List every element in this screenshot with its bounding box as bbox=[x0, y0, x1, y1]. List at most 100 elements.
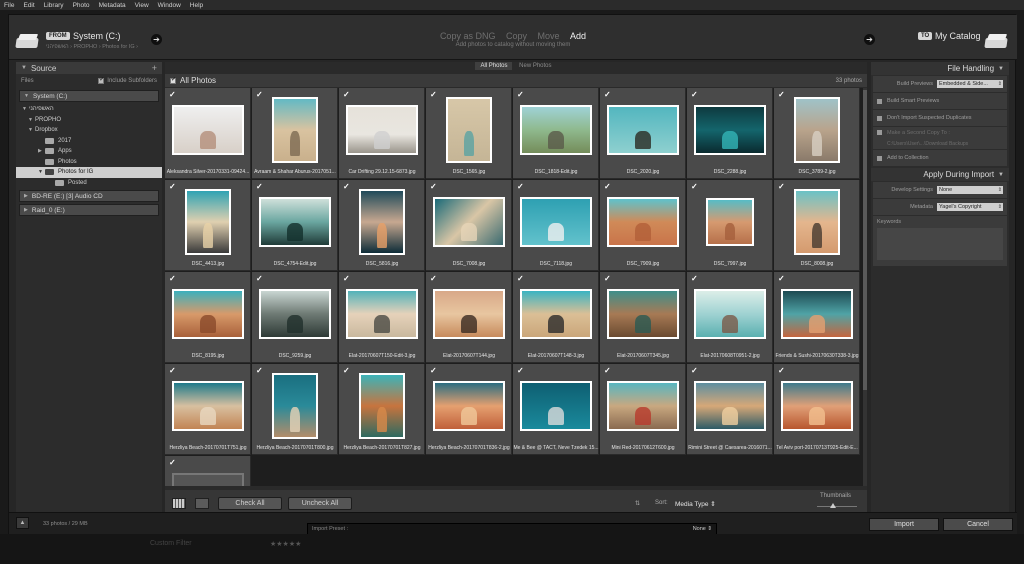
photo-cell[interactable]: ✓ Car Drifting 29.12.15-6873.jpg bbox=[339, 88, 425, 179]
expand-triangle-icon[interactable]: ▼ bbox=[24, 93, 29, 99]
import-button[interactable]: Import bbox=[869, 518, 939, 531]
photo-thumbnail[interactable] bbox=[694, 381, 766, 431]
photo-thumbnail[interactable] bbox=[172, 289, 244, 339]
expand-triangle-icon[interactable]: ▶ bbox=[24, 193, 28, 199]
menu-item[interactable]: Window bbox=[158, 2, 181, 9]
photo-checkbox[interactable]: ✓ bbox=[691, 366, 698, 375]
photo-checkbox[interactable]: ✓ bbox=[430, 90, 437, 99]
add-source-icon[interactable]: + bbox=[152, 63, 157, 73]
mode-copy[interactable]: Copy bbox=[506, 31, 527, 41]
tree-item[interactable]: ▶ Apps bbox=[16, 146, 162, 157]
second-copy-checkbox[interactable] bbox=[877, 130, 882, 135]
photo-thumbnail[interactable] bbox=[607, 381, 679, 431]
photo-cell[interactable]: ✓ Herzliya Beach-20170701T827.jpg bbox=[339, 364, 425, 455]
photo-checkbox[interactable]: ✓ bbox=[343, 274, 350, 283]
second-copy-row[interactable]: Make a Second Copy To : C:\Users\User\..… bbox=[873, 127, 1007, 149]
photo-checkbox[interactable]: ✓ bbox=[517, 366, 524, 375]
cancel-button[interactable]: Cancel bbox=[943, 518, 1013, 531]
metadata-select[interactable]: Yagel's Copyright bbox=[937, 203, 1003, 211]
photo-cell[interactable]: ✓ Elat-20170607T148-3.jpg bbox=[513, 272, 599, 363]
photo-cell[interactable]: ✓ DSC_7909.jpg bbox=[600, 180, 686, 271]
source-panel-header[interactable]: ▼ Source + bbox=[16, 62, 162, 74]
tab-all-photos[interactable]: All Photos bbox=[475, 62, 513, 70]
photo-cell[interactable]: ✓ Herzliya Beach-20170701T836-2.jpg bbox=[426, 364, 512, 455]
photo-cell[interactable]: ✓ Rimini Street @ Caesarea-2016071... bbox=[687, 364, 773, 455]
volume-raid[interactable]: ▶ Raid_0 (E:) bbox=[19, 204, 159, 216]
sort-direction-icon[interactable]: ⇅ bbox=[635, 500, 640, 507]
tree-item[interactable]: ▼ Dropbox bbox=[16, 125, 162, 136]
photo-thumbnail[interactable] bbox=[433, 289, 505, 339]
develop-settings-select[interactable]: None bbox=[937, 186, 1003, 194]
photo-thumbnail[interactable] bbox=[607, 197, 679, 247]
photo-cell[interactable]: ✓ DSC_1818-Edit.jpg bbox=[513, 88, 599, 179]
menu-item[interactable]: Edit bbox=[23, 2, 34, 9]
photo-checkbox[interactable]: ✓ bbox=[343, 90, 350, 99]
expand-triangle-icon[interactable]: ▶ bbox=[24, 207, 28, 213]
photo-checkbox[interactable]: ✓ bbox=[343, 182, 350, 191]
photo-cell[interactable]: ✓ Tel Aviv port-20170713T925-Edit-E... bbox=[774, 364, 860, 455]
photo-cell[interactable]: ✓ Mini Red-20170612T600.jpg bbox=[600, 364, 686, 455]
photo-cell[interactable]: ✓ DSC_7997.jpg bbox=[687, 180, 773, 271]
photo-cell[interactable]: ✓ Friends & Sushi-20170630T338-3.jpg bbox=[774, 272, 860, 363]
keywords-input[interactable] bbox=[877, 228, 1003, 260]
photo-cell[interactable]: ✓ bbox=[165, 456, 251, 486]
mode-move[interactable]: Move bbox=[538, 31, 560, 41]
photo-checkbox[interactable]: ✓ bbox=[256, 182, 263, 191]
expand-dialog-button[interactable]: ▲ bbox=[16, 517, 29, 529]
photo-cell[interactable]: ✓ Elat-20170608T0951-2.jpg bbox=[687, 272, 773, 363]
no-duplicates-checkbox[interactable] bbox=[877, 115, 882, 121]
photo-checkbox[interactable]: ✓ bbox=[778, 90, 785, 99]
thumbnail-slider-track[interactable] bbox=[817, 506, 857, 507]
select-all-checkbox[interactable] bbox=[170, 76, 176, 84]
photo-cell[interactable]: ✓ DSC_9259.jpg bbox=[252, 272, 338, 363]
photo-thumbnail[interactable] bbox=[694, 105, 766, 155]
photo-thumbnail[interactable] bbox=[185, 189, 231, 255]
photo-checkbox[interactable]: ✓ bbox=[604, 366, 611, 375]
photo-cell[interactable]: ✓ Elat-20170607T150-Edit-3.jpg bbox=[339, 272, 425, 363]
destination-name[interactable]: My Catalog bbox=[935, 31, 981, 41]
menu-item[interactable]: View bbox=[135, 2, 149, 9]
uncheck-all-button[interactable]: Uncheck All bbox=[288, 497, 352, 510]
photo-cell[interactable]: ✓ DSC_4413.jpg bbox=[165, 180, 251, 271]
volume-bd-re[interactable]: ▶ BD-RE (E:) [3] Audio CD bbox=[19, 190, 159, 202]
photo-checkbox[interactable]: ✓ bbox=[169, 366, 176, 375]
photo-cell[interactable]: ✓ DSC_4754-Edit.jpg bbox=[252, 180, 338, 271]
apply-during-import-header[interactable]: Apply During Import ▼ bbox=[871, 168, 1009, 181]
photo-checkbox[interactable]: ✓ bbox=[169, 458, 176, 467]
photo-cell[interactable]: ✓ DSC_8195.jpg bbox=[165, 272, 251, 363]
collapse-triangle-icon[interactable]: ▼ bbox=[998, 66, 1004, 72]
add-to-collection-checkbox[interactable] bbox=[877, 155, 882, 161]
menu-item[interactable]: Library bbox=[44, 2, 64, 9]
photo-cell[interactable]: ✓ DSC_1565.jpg bbox=[426, 88, 512, 179]
loupe-view-icon[interactable] bbox=[195, 498, 209, 509]
tree-item[interactable]: Photos bbox=[16, 157, 162, 168]
photo-checkbox[interactable]: ✓ bbox=[517, 182, 524, 191]
check-all-button[interactable]: Check All bbox=[218, 497, 282, 510]
photo-cell[interactable]: ✓ DSC_7118.jpg bbox=[513, 180, 599, 271]
scrollbar-thumb[interactable] bbox=[863, 90, 867, 390]
tab-new-photos[interactable]: New Photos bbox=[514, 62, 556, 70]
build-previews-select[interactable]: Embedded & Side... bbox=[937, 80, 1003, 88]
thumbnail-slider-knob[interactable] bbox=[830, 503, 836, 508]
menu-item[interactable]: Metadata bbox=[99, 2, 126, 9]
photo-thumbnail[interactable] bbox=[781, 381, 853, 431]
photo-cell[interactable]: ✓ Avraam & Shahar Aburus-2017051... bbox=[252, 88, 338, 179]
menu-item[interactable]: Photo bbox=[73, 2, 90, 9]
volume-system-c[interactable]: ▼ System (C:) bbox=[19, 90, 159, 102]
photo-thumbnail[interactable] bbox=[706, 198, 754, 246]
photo-cell[interactable]: ✓ Me & Bee @ TACT, Neve Tzedek 15... bbox=[513, 364, 599, 455]
tree-item[interactable]: ▼ PROPHO bbox=[16, 115, 162, 126]
photo-thumbnail[interactable] bbox=[520, 105, 592, 155]
collapse-triangle-icon[interactable]: ▼ bbox=[21, 65, 27, 71]
photo-checkbox[interactable]: ✓ bbox=[604, 274, 611, 283]
photo-checkbox[interactable]: ✓ bbox=[169, 182, 176, 191]
photo-thumbnail[interactable] bbox=[781, 289, 853, 339]
photo-cell[interactable]: ✓ DSC_2288.jpg bbox=[687, 88, 773, 179]
tree-item[interactable]: ▼ האשפיהני bbox=[16, 104, 162, 115]
photo-thumbnail[interactable] bbox=[433, 197, 505, 247]
collapse-triangle-icon[interactable]: ▼ bbox=[998, 172, 1004, 178]
photo-checkbox[interactable]: ✓ bbox=[430, 274, 437, 283]
tree-item-selected[interactable]: ▼ Photos for IG bbox=[16, 167, 162, 178]
photo-thumbnail[interactable] bbox=[172, 473, 244, 486]
photo-checkbox[interactable]: ✓ bbox=[169, 274, 176, 283]
